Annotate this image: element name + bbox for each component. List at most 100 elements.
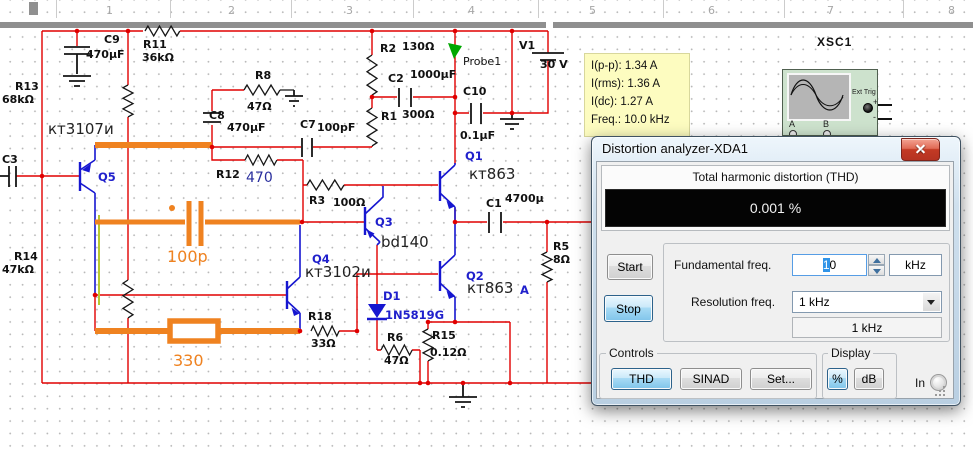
label-C10[interactable]: C10 <box>463 85 487 98</box>
label-кт3102и[interactable]: кт3102и <box>305 263 371 281</box>
orange-polarity-dot <box>169 205 175 211</box>
label-1N5819G[interactable]: 1N5819G <box>385 308 444 322</box>
ext-trig-port[interactable] <box>863 103 873 113</box>
channel-a-label: A <box>789 119 796 129</box>
label-36kΩ[interactable]: 36kΩ <box>142 51 175 64</box>
resolution-static-field: 1 kHz <box>792 317 942 338</box>
label-8[interactable]: 8 <box>948 4 955 17</box>
label-R14[interactable]: R14 <box>14 250 38 263</box>
label-R5[interactable]: R5 <box>553 240 569 253</box>
probe-line-freq: Freq.: 10.0 kHz <box>591 114 670 126</box>
db-button[interactable]: dB <box>854 368 884 390</box>
label-130Ω[interactable]: 130Ω <box>402 40 435 53</box>
label-R8[interactable]: R8 <box>255 69 271 82</box>
label-7[interactable]: 7 <box>827 4 834 17</box>
label-R12[interactable]: R12 <box>216 168 240 181</box>
label-C3[interactable]: C3 <box>2 153 18 166</box>
label-1[interactable]: 1 <box>106 4 113 17</box>
label-6[interactable]: 6 <box>708 4 715 17</box>
scope-lead-plus <box>878 104 892 106</box>
label-5[interactable]: 5 <box>589 4 596 17</box>
selected-digit: 1 <box>822 258 830 272</box>
start-button[interactable]: Start <box>607 254 653 280</box>
fundamental-freq-spinner <box>868 254 885 276</box>
capacitors-and-grounds[interactable] <box>0 46 564 408</box>
label-C2[interactable]: C2 <box>388 72 404 85</box>
label-1000µF[interactable]: 1000µF <box>410 68 456 81</box>
label-4[interactable]: 4 <box>468 4 475 17</box>
percent-button[interactable]: % <box>827 368 848 390</box>
label-R1[interactable]: R1 <box>381 110 397 123</box>
label-100Ω[interactable]: 100Ω <box>333 196 366 209</box>
thd-button[interactable]: THD <box>611 368 672 390</box>
label-2[interactable]: 2 <box>228 4 235 17</box>
label-R11[interactable]: R11 <box>143 38 167 51</box>
label-47kΩ[interactable]: 47kΩ <box>2 263 35 276</box>
label-кт863[interactable]: кт863 <box>467 279 513 297</box>
label-R3[interactable]: R3 <box>309 194 325 207</box>
components-black[interactable] <box>121 24 554 362</box>
dialog-title[interactable]: Distortion analyzer-XDA1 <box>602 141 748 156</box>
label-33Ω[interactable]: 33Ω <box>311 337 336 350</box>
set-button[interactable]: Set... <box>750 368 812 390</box>
dialog-client-area: Total harmonic distortion (THD) 0.001 % … <box>596 161 954 399</box>
label-Q1[interactable]: Q1 <box>465 149 483 163</box>
label-3[interactable]: 3 <box>346 4 353 17</box>
combobox-dropdown-button[interactable] <box>923 293 940 311</box>
close-button[interactable] <box>901 138 940 161</box>
label-R13[interactable]: R13 <box>15 80 39 93</box>
spinner-down-button[interactable] <box>868 265 885 276</box>
label-Q5[interactable]: Q5 <box>98 170 116 184</box>
label-0.12Ω[interactable]: 0.12Ω <box>430 346 467 359</box>
label-100pF[interactable]: 100pF <box>317 121 355 134</box>
label-0.1µF[interactable]: 0.1µF <box>460 129 495 142</box>
label-30 V[interactable]: 30 V <box>540 58 568 71</box>
label-C9[interactable]: C9 <box>104 33 120 46</box>
resolution-freq-label: Resolution freq. <box>691 295 776 309</box>
label-C8[interactable]: C8 <box>209 109 225 122</box>
sinad-button[interactable]: SINAD <box>680 368 742 390</box>
resize-grip[interactable] <box>943 386 953 396</box>
probe1-arrow-icon[interactable] <box>448 43 462 59</box>
resolution-freq-combobox[interactable]: 1 kHz <box>792 291 942 313</box>
label-V1[interactable]: V1 <box>519 39 535 52</box>
label-R15[interactable]: R15 <box>432 329 456 342</box>
label-470µF[interactable]: 470µF <box>86 48 125 61</box>
label-4700µ[interactable]: 4700µ <box>505 192 544 205</box>
label-D1[interactable]: D1 <box>383 289 401 303</box>
fundamental-freq-label: Fundamental freq. <box>674 258 772 272</box>
chevron-down-icon <box>873 269 881 274</box>
label-47Ω[interactable]: 47Ω <box>247 100 272 113</box>
fundamental-freq-input[interactable]: 10 <box>792 254 867 276</box>
oscilloscope-xsc1-icon[interactable]: Ext Trig + - A B <box>782 69 878 136</box>
label-кт863[interactable]: кт863 <box>469 165 515 183</box>
label-C1[interactable]: C1 <box>486 197 502 210</box>
label-470[interactable]: 470 <box>246 170 273 186</box>
label-A[interactable]: A <box>520 283 529 297</box>
label-R18[interactable]: R18 <box>308 310 332 323</box>
thd-value-display: 0.001 % <box>605 189 946 227</box>
label-47Ω[interactable]: 47Ω <box>384 354 409 367</box>
thd-panel: Total harmonic distortion (THD) 0.001 % <box>601 165 950 231</box>
label-R6[interactable]: R6 <box>387 331 403 344</box>
label-470µF[interactable]: 470µF <box>227 121 266 134</box>
label-8Ω[interactable]: 8Ω <box>553 253 571 266</box>
probe-line-ipp: I(p-p): 1.34 A <box>591 60 658 72</box>
display-legend: Display <box>828 346 874 360</box>
label-Probe1[interactable]: Probe1 <box>463 55 501 68</box>
spinner-up-button[interactable] <box>868 254 885 265</box>
label-330[interactable]: 330 <box>173 351 204 370</box>
label-68kΩ[interactable]: 68kΩ <box>2 93 35 106</box>
label-300Ω[interactable]: 300Ω <box>402 108 435 121</box>
fundamental-unit-field[interactable]: kHz <box>889 254 942 276</box>
stop-button[interactable]: Stop <box>604 295 653 322</box>
label-Q3[interactable]: Q3 <box>375 215 393 229</box>
label-C7[interactable]: C7 <box>300 118 316 131</box>
label-bd140[interactable]: bd140 <box>381 233 429 251</box>
label-100p[interactable]: 100p <box>167 247 208 266</box>
scope-lead-minus <box>878 118 892 120</box>
label-R2[interactable]: R2 <box>380 42 396 55</box>
oscilloscope-screen <box>787 73 851 121</box>
label-кт3107и[interactable]: кт3107и <box>48 120 114 138</box>
combobox-value: 1 kHz <box>799 295 830 309</box>
